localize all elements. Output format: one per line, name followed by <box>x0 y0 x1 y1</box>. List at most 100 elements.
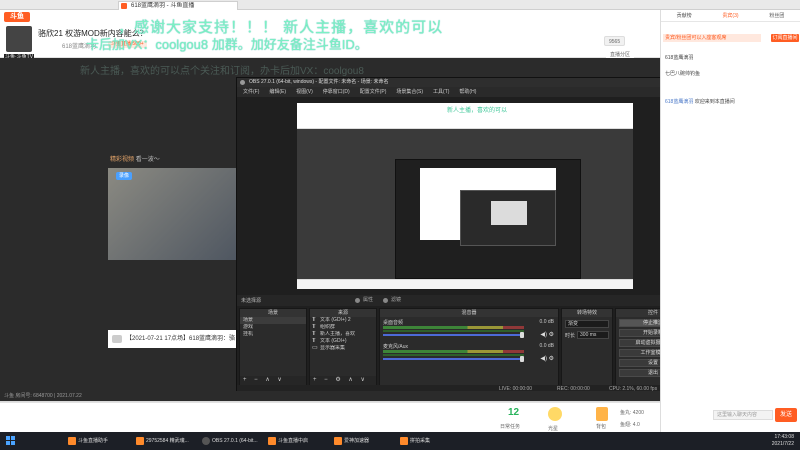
menu-edit[interactable]: 编辑(E) <box>269 87 286 97</box>
taskbar-app[interactable]: OBS 27.0.1 (64-bit... <box>200 434 258 448</box>
taskbar-app[interactable]: 斗鱼直播助手 <box>66 434 108 448</box>
source-item[interactable]: 文本 (GDI+) 2 <box>310 317 376 324</box>
mixer-track: 桌面音频 0.0 dB ◀) ⚙ <box>380 317 558 341</box>
sources-toolbar[interactable]: + − ⚙ ∧ ∨ <box>310 376 376 385</box>
volume-meter-peak <box>383 330 524 332</box>
nested-obs-dark <box>460 190 556 246</box>
nested-obs-window <box>395 159 581 279</box>
recommend-label-sub: 看一波～ <box>135 157 160 163</box>
gift-bar: 12 日常任务 光星 背包 鱼丸: 4200 鱼翅: 4.0 <box>0 402 660 432</box>
audio-mixer-dock: 混音器 桌面音频 0.0 dB ◀) ⚙ 麦克风/Aux 0.0 dB ◀) ⚙ <box>379 308 559 386</box>
tab-contribution[interactable]: 贡献榜 <box>661 10 707 21</box>
scene-item[interactable]: 游戏 <box>240 324 306 331</box>
menu-docks[interactable]: 停靠窗口(D) <box>323 87 350 97</box>
douyu-logo[interactable]: 斗鱼 <box>4 12 30 22</box>
transition-type-select[interactable]: 渐变 <box>565 320 609 328</box>
scene-item[interactable]: 挂机 <box>240 331 306 338</box>
tab-fans[interactable]: 粉丝团 <box>754 10 800 21</box>
task-level[interactable]: 12 <box>508 407 519 418</box>
backpack-label: 背包 <box>596 424 607 430</box>
taskbar-app[interactable]: 爱神加速器 <box>332 434 369 448</box>
menu-help[interactable]: 帮助(H) <box>459 87 476 97</box>
volume-meter-peak <box>383 354 524 356</box>
sources-dock: 来源 文本 (GDI+) 2 组织群 新人主播，喜欢 文本 (GDI+) 显示器… <box>309 308 377 386</box>
obs-menu-bar: 文件(F) 编辑(E) 视图(V) 停靠窗口(D) 配置文件(P) 场景集合(S… <box>237 87 693 97</box>
obs-preview-canvas[interactable]: 新人主播，喜欢的可以 <box>297 103 633 289</box>
follow-button[interactable]: 9565 <box>604 36 626 46</box>
menu-scene-collection[interactable]: 场景集合(S) <box>396 87 423 97</box>
scenes-toolbar[interactable]: + − ∧ ∨ <box>240 376 306 385</box>
fishball-count: 鱼丸: 4200 <box>620 410 644 416</box>
duration-input[interactable]: 300 ms <box>577 331 609 339</box>
chat-text: 七巴八碗帅钓鱼 <box>665 71 701 77</box>
source-item[interactable]: 文本 (GDI+) <box>310 338 376 345</box>
volume-slider-handle[interactable] <box>520 356 524 362</box>
obs-window[interactable]: OBS 27.0.1 (64-bit, windows) - 配置文件: 未命名… <box>236 77 694 395</box>
streamer-avatar[interactable] <box>6 26 32 52</box>
nested-page-header: 新人主播，喜欢的可以 <box>297 103 633 129</box>
taskbar-app[interactable]: 拼拍采集 <box>398 434 430 448</box>
danmaku-scroll-text-2: 卡后加VX：coolgou8 加群。加好友备注斗鱼ID。 <box>86 37 368 52</box>
chat-line: 618蓝鹰滴羽 <box>665 54 693 61</box>
vip-notice[interactable]: 贵宾/粉丝团可以入座客观席 <box>663 34 761 42</box>
properties-button[interactable]: 属性 <box>355 297 373 304</box>
chat-input[interactable]: 这里输入聊天内容 <box>713 410 773 420</box>
chat-line: 618蓝鹰滴羽 欢迎来到本直播间 <box>665 98 735 105</box>
source-item[interactable]: 显示器采集 <box>310 345 376 352</box>
subscribe-button[interactable]: 订阅直播间 <box>771 34 799 42</box>
clock-time: 17:43:08 <box>774 434 794 440</box>
room-info-strip: 斗鱼 房间号: 6848700 | 2021.07.22 <box>0 391 660 401</box>
chat-text: 欢迎来到本直播间 <box>694 99 735 105</box>
system-clock[interactable]: 17:43:08 2021/7/22 <box>772 434 794 448</box>
obs-source-toolbar: 未选择源 属性 滤镜 <box>237 295 693 306</box>
gift-label: 光星 <box>548 426 559 432</box>
clock-date: 2021/7/22 <box>771 441 794 447</box>
obs-title-bar[interactable]: OBS 27.0.1 (64-bit, windows) - 配置文件: 未命名… <box>237 78 693 87</box>
browser-bar: 618蓝鹰滴羽 - 斗鱼直播 <box>0 0 800 10</box>
menu-tools[interactable]: 工具(T) <box>433 87 449 97</box>
nested-taskbar <box>297 279 633 289</box>
douyu-favicon-icon <box>121 3 127 9</box>
send-button[interactable]: 发送 <box>775 408 797 422</box>
browser-tab-title: 618蓝鹰滴羽 - 斗鱼直播 <box>131 3 195 9</box>
recommend-label: 精彩视频 看一波～ <box>110 154 160 163</box>
speaker-icon[interactable]: ◀) ⚙ <box>540 355 554 362</box>
camera-icon <box>112 335 122 343</box>
duration-row: 时长 300 ms <box>565 331 609 339</box>
sources-title: 来源 <box>310 309 376 317</box>
volume-meter <box>383 326 524 329</box>
filters-button[interactable]: 滤镜 <box>383 297 401 304</box>
scenes-dock: 场景 场景 游戏 挂机 + − ∧ ∨ <box>239 308 307 386</box>
volume-slider[interactable] <box>383 334 524 336</box>
mixer-track-db: 0.0 dB <box>539 319 554 325</box>
nested-video-area <box>297 129 633 289</box>
chat-line: 七巴八碗帅钓鱼 <box>665 70 700 77</box>
chat-panel: 贡献榜 贵宾(3) 粉丝团 贵宾/粉丝团可以入座客观席 订阅直播间 618蓝鹰滴… <box>660 10 800 432</box>
replay-caption-text: 【2021-07-21 17点场】618蓝鹰滴羽：骆 <box>126 336 236 342</box>
speaker-icon[interactable]: ◀) ⚙ <box>540 331 554 338</box>
replay-thumbnail[interactable]: 录像 <box>108 168 242 260</box>
backpack-icon[interactable] <box>596 407 608 421</box>
volume-slider-handle[interactable] <box>520 332 524 338</box>
recommend-label-main: 精彩视频 <box>110 157 135 163</box>
menu-profile[interactable]: 配置文件(P) <box>360 87 387 97</box>
gift-star-icon[interactable] <box>548 407 562 421</box>
nested-scroll-text: 新人主播，喜欢的可以 <box>447 108 508 114</box>
menu-file[interactable]: 文件(F) <box>243 87 259 97</box>
mixer-title: 混音器 <box>380 309 558 317</box>
taskbar-app[interactable]: 29752584 精武魂... <box>134 434 189 448</box>
windows-start-icon[interactable] <box>6 436 16 446</box>
tab-vip[interactable]: 贵宾(3) <box>707 10 753 21</box>
replay-badge: 录像 <box>116 172 132 180</box>
source-item[interactable]: 组织群 <box>310 324 376 331</box>
chat-text: 618蓝鹰滴羽 <box>665 55 694 61</box>
volume-slider[interactable] <box>383 358 524 360</box>
browser-tab[interactable]: 618蓝鹰滴羽 - 斗鱼直播 <box>118 1 238 10</box>
chat-user[interactable]: 618蓝鹰滴羽 <box>665 99 693 105</box>
replay-caption[interactable]: 【2021-07-21 17点场】618蓝鹰滴羽：骆 <box>108 330 242 348</box>
menu-view[interactable]: 视图(V) <box>296 87 313 97</box>
source-item[interactable]: 新人主播，喜欢 <box>310 331 376 338</box>
scene-item[interactable]: 场景 <box>240 317 306 324</box>
taskbar-app[interactable]: 斗鱼直播中启 <box>266 434 308 448</box>
obs-logo-icon <box>240 80 245 85</box>
